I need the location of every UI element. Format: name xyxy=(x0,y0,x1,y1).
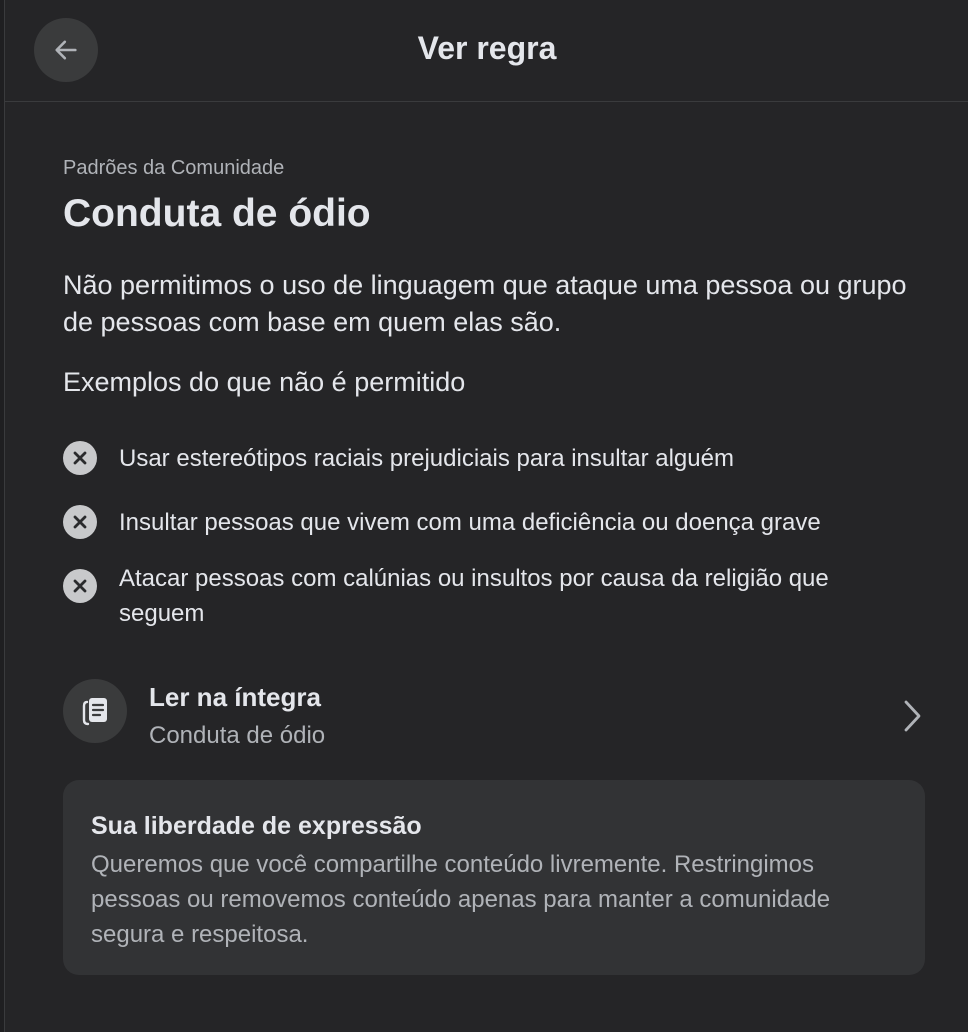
read-full-title: Ler na íntegra xyxy=(149,682,321,712)
examples-label: Exemplos do que não é permitido xyxy=(63,367,466,397)
rule-title: Conduta de ódio xyxy=(63,192,371,235)
rule-description: Não permitimos o uso de linguagem que at… xyxy=(63,270,907,337)
free-expression-body: Queremos que você compartilhe conteúdo l… xyxy=(91,851,831,948)
dialog-title: Ver regra xyxy=(417,30,557,66)
chevron-right-icon xyxy=(897,696,927,736)
read-full-link[interactable]: Ler na íntegra Conduta de ódio xyxy=(63,672,929,762)
example-item: Usar estereótipos raciais prejudiciais p… xyxy=(63,441,929,476)
x-circle-icon xyxy=(63,441,97,475)
dialog-header: Ver regra xyxy=(5,0,968,102)
example-item: Insultar pessoas que vivem com uma defic… xyxy=(63,505,929,540)
rule-eyebrow: Padrões da Comunidade xyxy=(63,157,285,179)
example-text: Atacar pessoas com calúnias ou insultos … xyxy=(119,565,829,627)
document-icon xyxy=(63,679,127,743)
read-full-subtitle: Conduta de ódio xyxy=(149,722,326,749)
x-circle-icon xyxy=(63,505,97,539)
example-item: Atacar pessoas com calúnias ou insultos … xyxy=(63,561,929,631)
x-circle-icon xyxy=(63,569,97,603)
free-expression-card: Sua liberdade de expressão Queremos que … xyxy=(63,780,925,975)
free-expression-title: Sua liberdade de expressão xyxy=(91,812,422,840)
example-text: Usar estereótipos raciais prejudiciais p… xyxy=(119,445,734,472)
rule-dialog: Ver regra Padrões da Comunidade Conduta … xyxy=(4,0,968,1032)
example-text: Insultar pessoas que vivem com uma defic… xyxy=(119,509,821,536)
